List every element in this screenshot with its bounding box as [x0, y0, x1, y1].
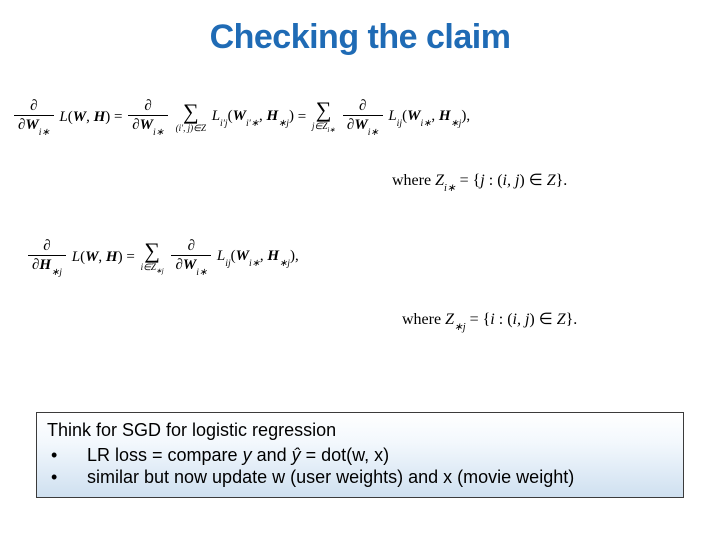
sum-3: ∑ i∈Z∗j	[141, 240, 164, 275]
bullet-icon: •	[69, 444, 87, 467]
bullet-icon: •	[69, 466, 87, 489]
sum-1: ∑ (i′, j)∈Z	[176, 101, 206, 134]
note-intro: Think for SGD for logistic regression	[47, 419, 673, 442]
note-bullet-1: •LR loss = compare y and ŷ = dot(w, x)	[69, 444, 673, 467]
frac-dW-4: ∂ ∂Wi∗	[171, 238, 211, 276]
slide-title: Checking the claim	[0, 0, 720, 57]
equation-2: ∂ ∂H∗j L(W, H) = ∑ i∈Z∗j ∂ ∂Wi∗ Lij(Wi∗,…	[26, 238, 708, 276]
equation-1: ∂ ∂Wi∗ L(W, H) = ∂ ∂Wi∗ ∑ (i′, j)∈Z Li′j…	[12, 98, 708, 136]
note-box: Think for SGD for logistic regression •L…	[36, 412, 684, 498]
where-clause-2: where Z∗j = {i : (i, j) ∈ Z}.	[402, 309, 708, 331]
frac-dW-2: ∂ ∂Wi∗	[128, 98, 168, 136]
frac-dH: ∂ ∂H∗j	[28, 238, 66, 276]
where-clause-1: where Zi∗ = {j : (i, j) ∈ Z}.	[392, 170, 708, 192]
frac-dW-3: ∂ ∂Wi∗	[343, 98, 383, 136]
note-bullet-2: •similar but now update w (user weights)…	[69, 466, 673, 489]
frac-dW-1: ∂ ∂Wi∗	[14, 98, 54, 136]
math-area: ∂ ∂Wi∗ L(W, H) = ∂ ∂Wi∗ ∑ (i′, j)∈Z Li′j…	[12, 92, 708, 331]
sum-2: ∑ j∈Zi∗	[312, 99, 335, 134]
